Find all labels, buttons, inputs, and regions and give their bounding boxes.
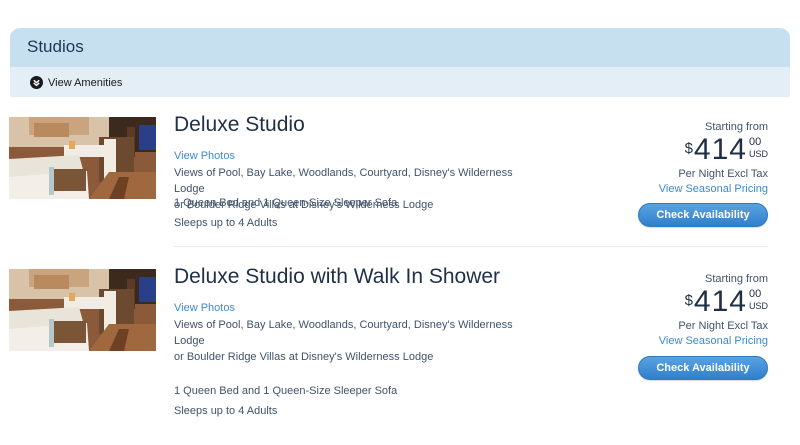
view-photos-link[interactable]: View Photos [174,302,235,314]
per-night-label: Per Night Excl Tax [678,320,768,332]
price-block: Starting from $ 414 00 USD Per Night Exc… [608,121,768,195]
category-title: Studios [27,37,84,56]
view-amenities-label: View Amenities [48,76,123,89]
view-seasonal-pricing-link[interactable]: View Seasonal Pricing [608,183,768,195]
price-cents: 00 [748,288,762,300]
view-amenities-toggle[interactable]: View Amenities [30,76,122,89]
view-photos-link[interactable]: View Photos [174,150,235,162]
room-card: Deluxe Studio with Walk In Shower View P… [9,262,790,432]
per-night-label: Per Night Excl Tax [678,168,768,180]
price-amount: 414 [693,133,747,166]
price: $ 414 00 USD [608,134,768,168]
check-availability-button[interactable]: Check Availability [638,203,768,227]
view-seasonal-pricing-link[interactable]: View Seasonal Pricing [608,335,768,347]
price-cents-wrap: 00 USD [749,137,768,160]
room-photo[interactable] [9,117,156,199]
currency-symbol: $ [684,292,693,309]
price-cents-wrap: 00 USD [749,289,768,312]
price-cents: 00 [748,136,762,148]
room-name: Deluxe Studio with Walk In Shower [174,265,501,288]
room-name: Deluxe Studio [174,113,305,136]
currency-symbol: $ [684,140,693,157]
starting-from-label: Starting from [705,273,768,285]
room-view-line: or Boulder Ridge Villas at Disney's Wild… [174,351,434,363]
room-card: Deluxe Studio View Photos Views of Pool,… [9,110,790,248]
price-block: Starting from $ 414 00 USD Per Night Exc… [608,273,768,347]
bed-info: 1 Queen Bed and 1 Queen-Size Sleeper Sof… [174,197,398,209]
price-unit: USD [748,301,768,311]
room-divider [174,246,768,247]
check-availability-button[interactable]: Check Availability [638,356,768,380]
price-amount: 414 [693,285,747,318]
sleeps-info: Sleeps up to 4 Adults [174,405,278,417]
room-view-line: Views of Pool, Bay Lake, Woodlands, Cour… [174,167,513,195]
sleeps-info: Sleeps up to 4 Adults [174,217,278,229]
chevron-down-icon [30,76,43,89]
starting-from-label: Starting from [705,121,768,133]
page: Studios View Amenities Deluxe Studio Vie… [0,0,800,445]
room-view-line: Views of Pool, Bay Lake, Woodlands, Cour… [174,319,513,347]
amenities-bar: View Amenities [10,67,790,97]
price-unit: USD [748,149,768,159]
bed-info: 1 Queen Bed and 1 Queen-Size Sleeper Sof… [174,385,398,397]
category-header: Studios View Amenities [10,28,790,97]
room-photo[interactable] [9,269,156,351]
room-view-description: Views of Pool, Bay Lake, Woodlands, Cour… [174,317,534,365]
price: $ 414 00 USD [608,286,768,320]
